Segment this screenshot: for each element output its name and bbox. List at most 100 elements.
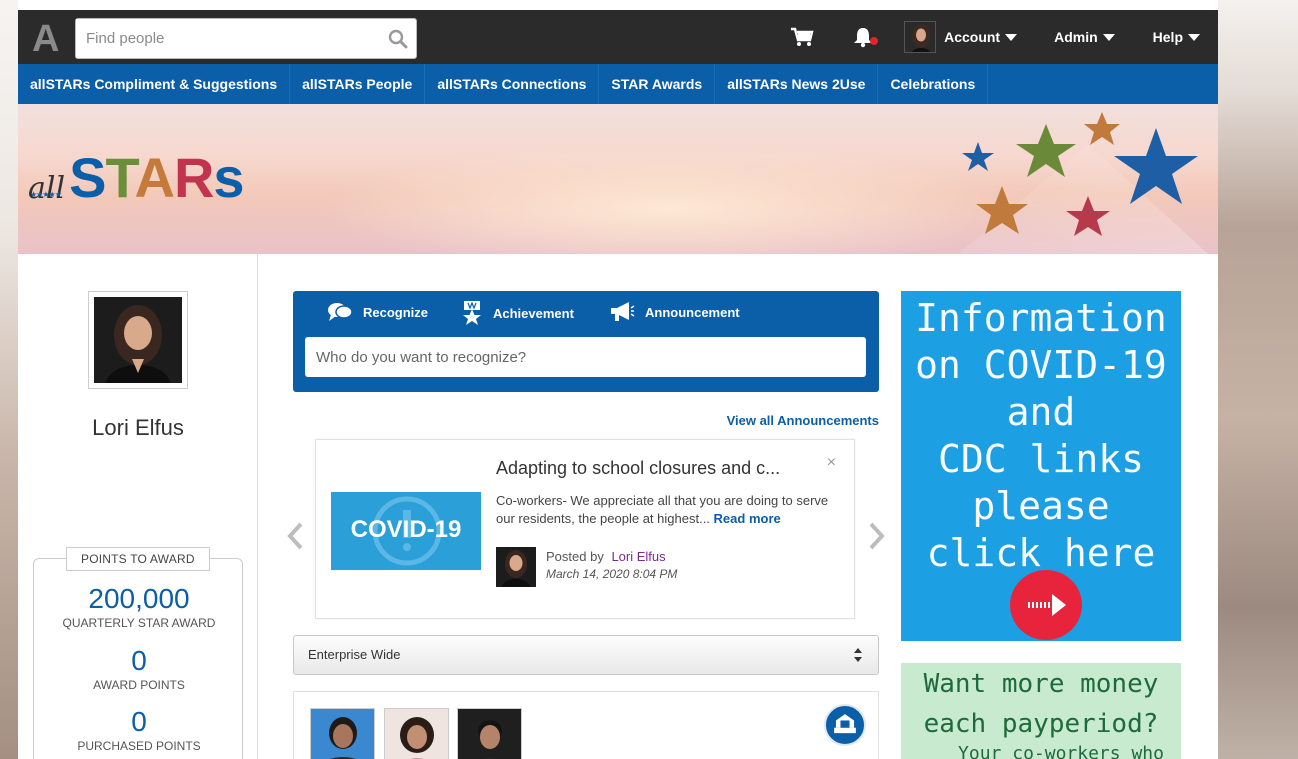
money-line-3: Your co-workers who (958, 743, 1164, 759)
speech-bubbles-icon (328, 303, 353, 321)
brand-letter: A (134, 146, 175, 209)
chevron-down-icon (1102, 33, 1115, 41)
announcement-date: March 14, 2020 8:04 PM (546, 567, 678, 581)
nav-item-connections[interactable]: allSTARs Connections (425, 64, 600, 104)
profile-photo[interactable] (88, 291, 188, 389)
brand-logo[interactable]: all STARs ★★★★★ (28, 150, 245, 206)
money-line-2: each payperiod? (923, 709, 1159, 739)
tiny-stars-icon: ★★★★★ (30, 190, 62, 199)
notifications-button[interactable] (852, 26, 879, 48)
brand-letter: s (213, 146, 244, 209)
chevron-down-icon (1188, 33, 1200, 41)
points-title: POINTS TO AWARD (66, 547, 210, 571)
nav-item-news[interactable]: allSTARs News 2Use (715, 64, 879, 104)
covid-line: Information (915, 296, 1167, 340)
background-left (0, 0, 18, 759)
tab-recognize-label: Recognize (363, 304, 429, 320)
announcement-image-text: COVID-19 (350, 516, 462, 543)
page: A Find people Account Admin Help allSTAR… (18, 0, 1218, 759)
app-logo[interactable]: A (32, 20, 64, 58)
chevron-left-icon[interactable] (285, 521, 307, 551)
tab-announcement-label: Announcement (645, 304, 740, 320)
nav-item-celebrations[interactable]: Celebrations (878, 64, 989, 104)
nav-item-star-awards[interactable]: STAR Awards (599, 64, 716, 104)
author-link[interactable]: Lori Elfus (611, 549, 665, 564)
read-more-link[interactable]: Read more (714, 511, 781, 526)
account-menu[interactable]: Account (904, 21, 1018, 53)
announcement-card: COVID-19 Adapting to school closures and… (315, 439, 855, 619)
brand-letter: R (173, 146, 214, 209)
avatar (904, 21, 937, 53)
announcement-title[interactable]: Adapting to school closures and c... (496, 458, 816, 479)
quarterly-star-award-value: 200,000 (88, 583, 190, 614)
feed-avatar[interactable] (384, 708, 449, 759)
posted-by-label: Posted by (546, 549, 604, 564)
award-emblem-icon[interactable] (824, 704, 866, 746)
help-label: Help (1152, 29, 1183, 45)
announcement-image[interactable]: COVID-19 (331, 492, 481, 570)
megaphone-icon (611, 302, 635, 321)
account-label: Account (944, 29, 1001, 45)
tab-recognize[interactable]: Recognize (327, 301, 428, 323)
main-column: Recognize Achievement Announcement Who d… (287, 291, 885, 759)
arrow-right-icon[interactable] (1010, 570, 1082, 640)
covid-line: on COVID-19 (915, 343, 1167, 387)
notification-dot (870, 37, 879, 45)
profile-avatar-image (94, 297, 182, 383)
purchased-points-label: PURCHASED POINTS (77, 739, 201, 753)
account-button[interactable]: Account (944, 29, 1018, 45)
covid-line: and (1006, 390, 1076, 434)
feed-avatar[interactable] (310, 708, 375, 759)
money-line-1: Want more money (923, 669, 1159, 699)
achievement-badge-icon (463, 301, 481, 325)
top-bar: A Find people Account Admin Help (18, 0, 1218, 64)
purchased-points-value: 0 (131, 706, 147, 737)
tab-achievement-label: Achievement (493, 305, 574, 321)
main-nav: allSTARs Compliment & Suggestions allSTA… (18, 64, 1218, 104)
payperiod-banner[interactable]: Want more money each payperiod? Your co-… (901, 663, 1181, 759)
covid-info-text: Information on COVID-19 and CDC links pl… (901, 291, 1181, 577)
top-bar-right: Account Admin Help (790, 10, 1218, 64)
select-arrows-icon (854, 648, 862, 662)
tab-achievement[interactable]: Achievement (461, 301, 574, 325)
chevron-down-icon (1005, 33, 1018, 41)
scope-select[interactable]: Enterprise Wide (293, 635, 879, 675)
award-points-value: 0 (131, 645, 147, 676)
nav-item-compliment-suggestions[interactable]: allSTARs Compliment & Suggestions (18, 64, 291, 104)
brand-wordmark: STARs (69, 150, 244, 206)
chevron-right-icon[interactable] (865, 521, 887, 551)
search-icon[interactable] (388, 29, 408, 49)
admin-menu-button[interactable]: Admin (1054, 29, 1115, 45)
covid-info-banner[interactable]: Information on COVID-19 and CDC links pl… (901, 291, 1181, 641)
covid-line: CDC links (938, 437, 1144, 481)
nav-item-people[interactable]: allSTARs People (290, 64, 426, 104)
search-box (75, 18, 417, 59)
brand-all: all (28, 171, 66, 206)
award-points-label: AWARD POINTS (93, 678, 185, 692)
recognition-composer: Recognize Achievement Announcement Who d… (293, 291, 879, 392)
background-right (1218, 0, 1298, 759)
close-icon[interactable]: × (827, 454, 836, 472)
announcement-body: Co-workers- We appreciate all that you a… (496, 492, 841, 528)
covid-line: please (972, 484, 1110, 528)
stars-decoration-icon (958, 112, 1208, 254)
tab-announcement[interactable]: Announcement (609, 301, 740, 323)
points-panel: POINTS TO AWARD 200,000 QUARTERLY STAR A… (33, 547, 243, 759)
search-input[interactable] (76, 19, 376, 58)
posted-by: Posted by Lori Elfus (546, 549, 666, 564)
recognize-input[interactable] (305, 337, 866, 377)
quarterly-star-award-label: QUARTERLY STAR AWARD (62, 616, 216, 630)
author-avatar[interactable] (496, 547, 536, 587)
view-all-announcements-link[interactable]: View all Announcements (727, 413, 879, 428)
brand-letter: S (69, 146, 106, 209)
help-menu-button[interactable]: Help (1153, 29, 1200, 45)
cart-icon[interactable] (790, 27, 814, 47)
feed-avatar[interactable] (457, 708, 522, 759)
scope-selected-value: Enterprise Wide (308, 647, 401, 662)
recognition-feed-card (293, 691, 879, 759)
profile-sidebar: Lori Elfus POINTS TO AWARD 200,000 QUART… (18, 254, 258, 759)
admin-label: Admin (1054, 29, 1098, 45)
banner: all STARs ★★★★★ (18, 104, 1218, 254)
brand-letter: T (105, 146, 135, 209)
profile-name[interactable]: Lori Elfus (18, 415, 258, 441)
